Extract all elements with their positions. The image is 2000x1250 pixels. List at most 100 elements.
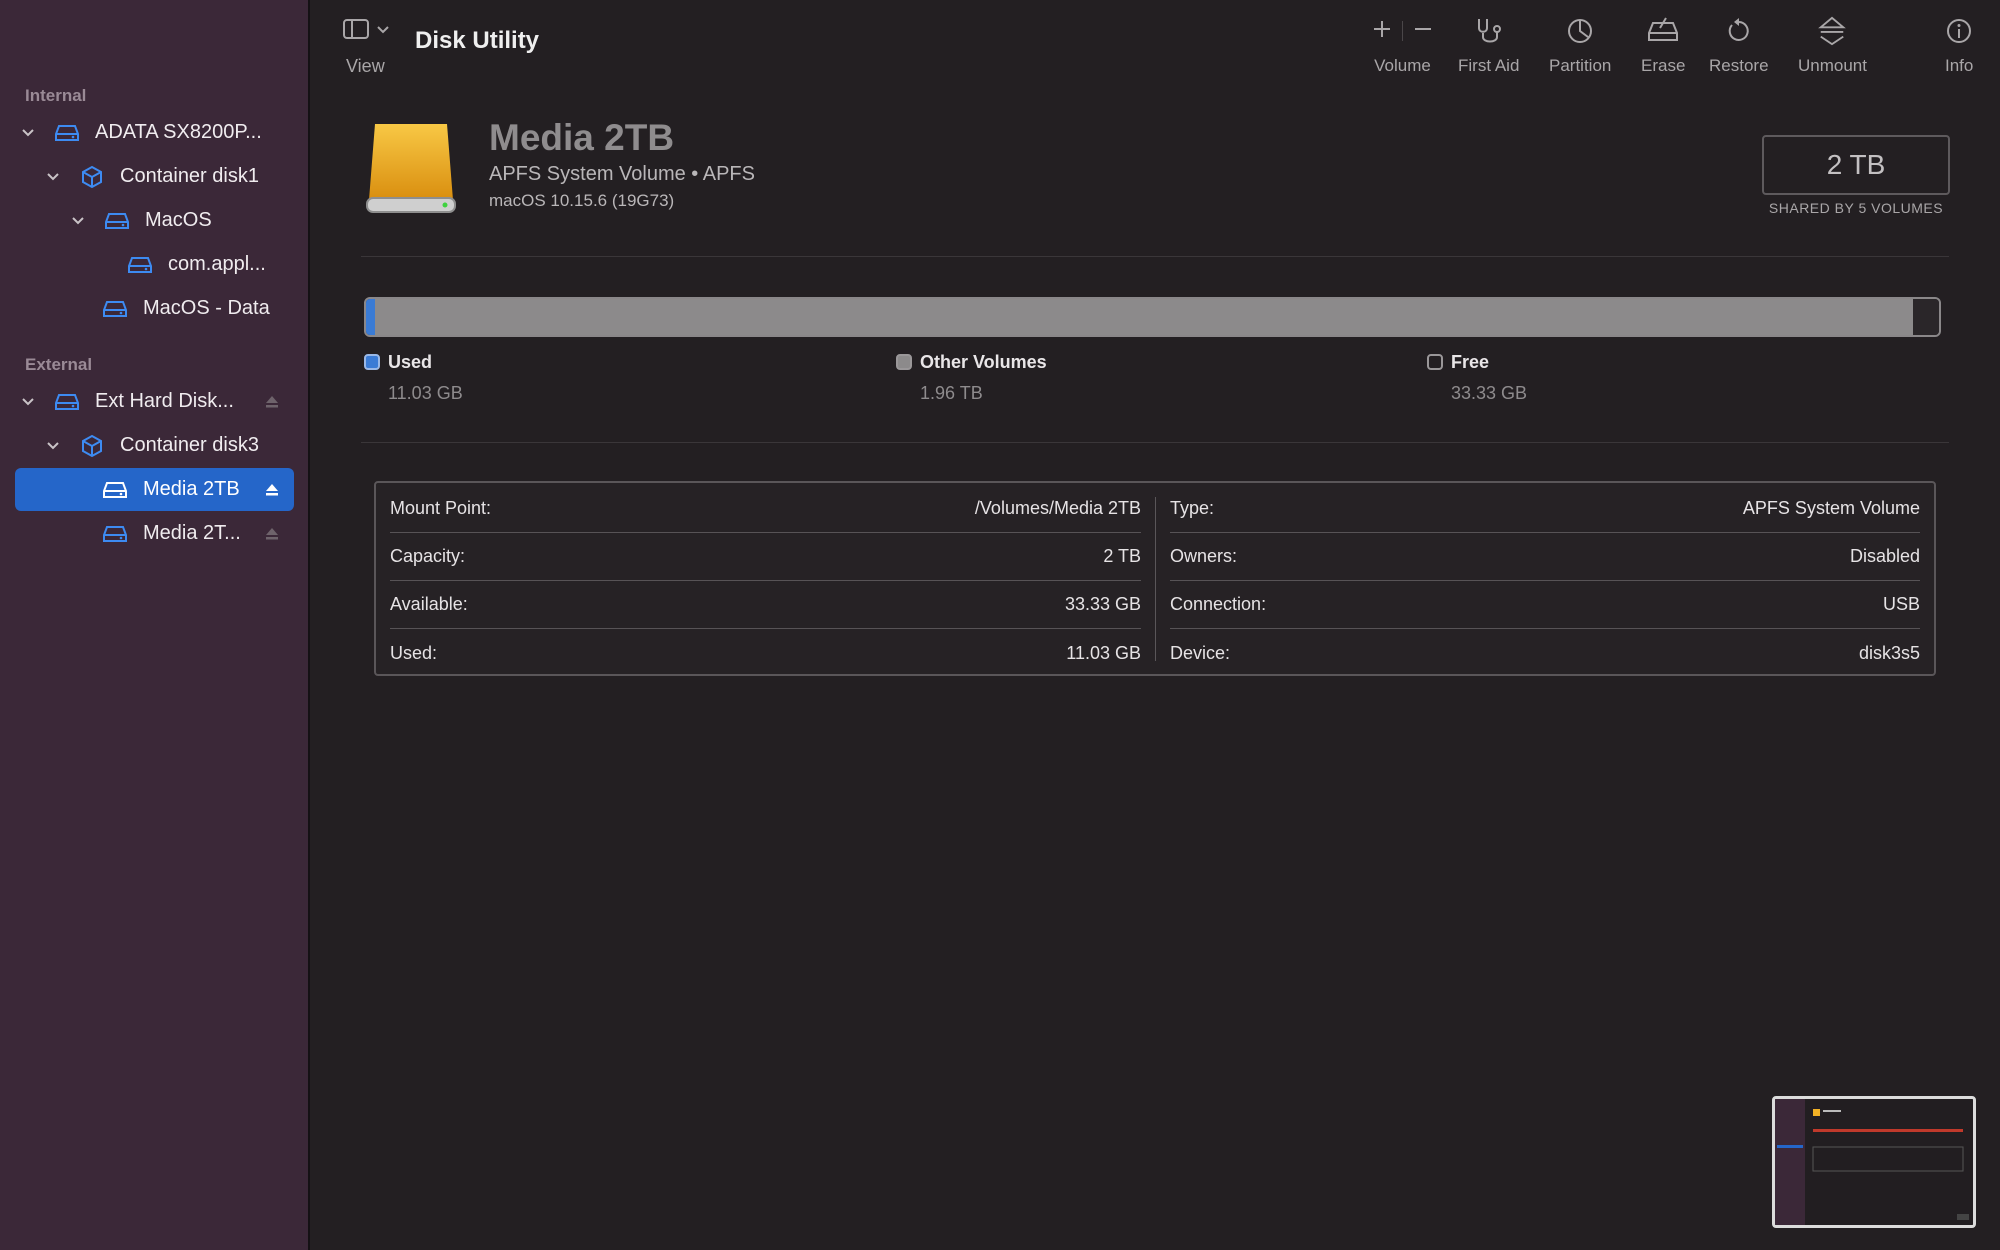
sidebar-item-label: MacOS bbox=[145, 209, 212, 231]
section-internal: Internal bbox=[25, 86, 87, 105]
info-row-owners: Owners: Disabled bbox=[1170, 533, 1920, 581]
container-cube-icon bbox=[78, 434, 106, 458]
legend-used-label: Used bbox=[388, 352, 433, 372]
info-row-mount-point: Mount Point: /Volumes/Media 2TB bbox=[390, 485, 1141, 533]
first-aid-label: First Aid bbox=[1458, 56, 1520, 75]
legend-other-label: Other Volumes bbox=[920, 352, 1047, 372]
restore-arrow-icon bbox=[1728, 18, 1749, 41]
legend-free-value: 33.33 GB bbox=[1451, 383, 1528, 403]
thumbnail-preview-image bbox=[1775, 1099, 1973, 1225]
info-table: Mount Point: /Volumes/Media 2TB Capacity… bbox=[374, 481, 1936, 676]
volume-icon bbox=[101, 522, 129, 546]
sidebar-item-label: Media 2TB bbox=[143, 478, 240, 500]
info-label: Connection: bbox=[1170, 594, 1267, 614]
sidebar-item-macos[interactable]: MacOS bbox=[15, 199, 294, 242]
stethoscope-icon bbox=[1477, 19, 1501, 43]
add-volume-icon[interactable] bbox=[1370, 14, 1394, 49]
erase-drive-icon bbox=[1648, 17, 1679, 41]
unmount-label: Unmount bbox=[1798, 56, 1867, 75]
erase-label: Erase bbox=[1641, 56, 1686, 75]
app-title: Disk Utility bbox=[415, 27, 540, 54]
partition-button[interactable]: Partition bbox=[1549, 16, 1611, 80]
info-row-device: Device: disk3s5 bbox=[1170, 629, 1920, 677]
info-column-left: Mount Point: /Volumes/Media 2TB Capacity… bbox=[376, 483, 1155, 674]
sidebar-item-ext-hard-disk[interactable]: Ext Hard Disk... bbox=[15, 380, 294, 423]
eject-icon[interactable] bbox=[264, 393, 280, 409]
sidebar-item-media-2t-second[interactable]: Media 2T... bbox=[15, 512, 294, 555]
drive-icon bbox=[53, 121, 81, 145]
eject-icon[interactable] bbox=[264, 481, 280, 497]
volume-os-version: macOS 10.15.6 (19G73) bbox=[489, 191, 675, 210]
unmount-button[interactable]: Unmount bbox=[1798, 16, 1867, 80]
info-value: 11.03 GB bbox=[1066, 642, 1141, 663]
info-label: Owners: bbox=[1170, 546, 1238, 566]
partition-pie-icon bbox=[1568, 19, 1593, 43]
restore-button[interactable]: Restore bbox=[1709, 16, 1769, 80]
info-row-type: Type: APFS System Volume bbox=[1170, 485, 1920, 533]
volume-icon bbox=[126, 253, 154, 277]
sidebar-item-label: Ext Hard Disk... bbox=[95, 390, 234, 412]
sidebar-item-container-disk3[interactable]: Container disk3 bbox=[15, 424, 294, 467]
info-label: Used: bbox=[390, 642, 438, 663]
erase-button[interactable]: Erase bbox=[1641, 16, 1685, 80]
sidebar-item-label: com.appl... bbox=[168, 253, 266, 275]
chevron-down-icon[interactable] bbox=[68, 211, 88, 231]
volume-button-group: Volume bbox=[1370, 16, 1435, 80]
unmount-icon bbox=[1818, 16, 1847, 46]
divider bbox=[361, 442, 1949, 443]
sidebar-item-container-disk1[interactable]: Container disk1 bbox=[15, 155, 294, 198]
info-label: Available: bbox=[390, 594, 468, 614]
screenshot-thumbnail[interactable] bbox=[1772, 1096, 1976, 1228]
sidebar-item-adata-drive[interactable]: ADATA SX8200P... bbox=[15, 111, 294, 154]
divider bbox=[361, 256, 1949, 257]
view-button[interactable]: View bbox=[342, 18, 402, 78]
info-value: /Volumes/Media 2TB bbox=[974, 498, 1141, 518]
chevron-down-icon[interactable] bbox=[18, 392, 38, 412]
other-volumes-swatch bbox=[896, 354, 912, 370]
volume-name: Media 2TB bbox=[489, 117, 675, 158]
sidebar-item-label: MacOS - Data bbox=[143, 297, 270, 319]
usage-bar bbox=[364, 297, 1941, 337]
eject-icon[interactable] bbox=[264, 525, 280, 541]
info-label: Type: bbox=[1170, 498, 1215, 518]
info-value: APFS System Volume bbox=[1742, 498, 1920, 518]
info-value: disk3s5 bbox=[1858, 642, 1920, 663]
volume-icon bbox=[103, 209, 131, 233]
remove-volume-icon[interactable] bbox=[1411, 14, 1435, 49]
info-label: Mount Point: bbox=[390, 498, 492, 518]
chevron-down-icon[interactable] bbox=[18, 123, 38, 143]
legend-used-value: 11.03 GB bbox=[388, 383, 463, 403]
restore-label: Restore bbox=[1709, 56, 1769, 75]
info-row-available: Available: 33.33 GB bbox=[390, 581, 1141, 629]
external-drive-icon bbox=[365, 122, 457, 214]
usage-segment-free bbox=[1913, 299, 1939, 335]
info-icon bbox=[1947, 19, 1972, 43]
sidebar-item-label: Container disk1 bbox=[120, 165, 259, 187]
sidebar-item-com-apple[interactable]: com.appl... bbox=[15, 243, 294, 286]
volume-icon bbox=[101, 478, 129, 502]
sidebar-item-macos-data[interactable]: MacOS - Data bbox=[15, 287, 294, 330]
container-cube-icon bbox=[78, 165, 106, 189]
usage-segment-used bbox=[366, 299, 375, 335]
used-swatch bbox=[364, 354, 380, 370]
drive-icon bbox=[53, 390, 81, 414]
toolbar: View Disk Utility Volume First Aid Parti… bbox=[312, 0, 2000, 92]
volume-subtitle: APFS System Volume • APFS bbox=[489, 163, 755, 185]
sidebar-item-label: Container disk3 bbox=[120, 434, 259, 456]
chevron-down-icon[interactable] bbox=[43, 167, 63, 187]
info-button[interactable]: Info bbox=[1945, 16, 1973, 80]
info-row-connection: Connection: USB bbox=[1170, 581, 1920, 629]
sidebar-item-label: ADATA SX8200P... bbox=[95, 121, 262, 143]
sidebar-item-label: Media 2T... bbox=[143, 522, 241, 544]
legend-free-label: Free bbox=[1451, 352, 1490, 372]
chevron-down-icon[interactable] bbox=[43, 436, 63, 456]
toolbar-divider bbox=[1402, 21, 1403, 41]
free-swatch bbox=[1427, 354, 1443, 370]
info-column-right: Type: APFS System Volume Owners: Disable… bbox=[1156, 483, 1934, 674]
capacity-caption: SHARED BY 5 VOLUMES bbox=[1768, 200, 1944, 216]
sidebar-item-media-2tb[interactable]: Media 2TB bbox=[15, 468, 294, 511]
info-label: Device: bbox=[1170, 642, 1231, 663]
first-aid-button[interactable]: First Aid bbox=[1458, 16, 1519, 80]
capacity-box: 2 TB bbox=[1762, 135, 1950, 195]
sidebar: Internal External ADATA SX8200P... Conta… bbox=[0, 0, 310, 1250]
